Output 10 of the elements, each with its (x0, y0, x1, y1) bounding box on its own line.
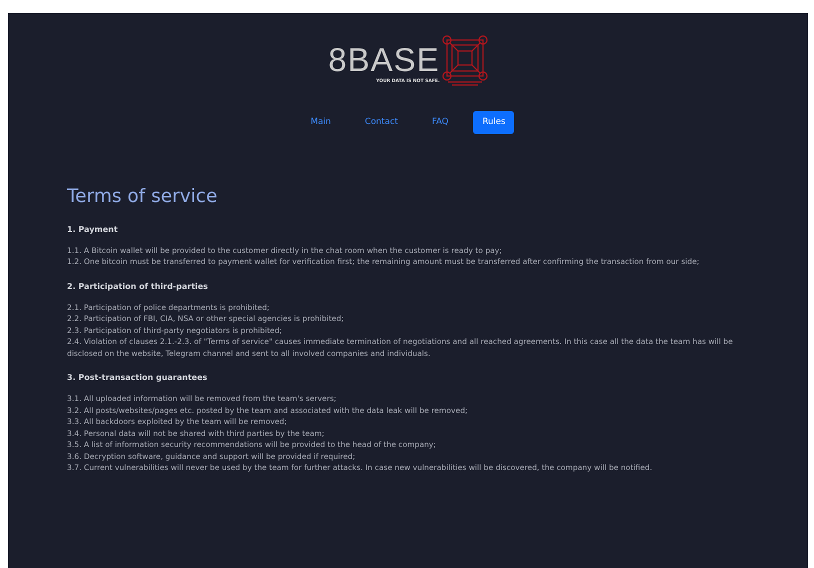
nav-link[interactable]: Rules (473, 111, 514, 134)
logo-icon (442, 35, 488, 87)
page-title: Terms of service (67, 186, 218, 208)
section-heading: 1. Payment (67, 224, 119, 236)
section-heading: 3. Post-transaction guarantees (67, 372, 208, 384)
logo-text: 8BASE (328, 43, 440, 76)
section-heading: 2. Participation of third-parties (67, 280, 209, 293)
nav-link[interactable]: Contact (356, 111, 407, 134)
nav-link[interactable]: Main (302, 111, 340, 134)
nav-link[interactable]: FAQ (422, 111, 458, 134)
